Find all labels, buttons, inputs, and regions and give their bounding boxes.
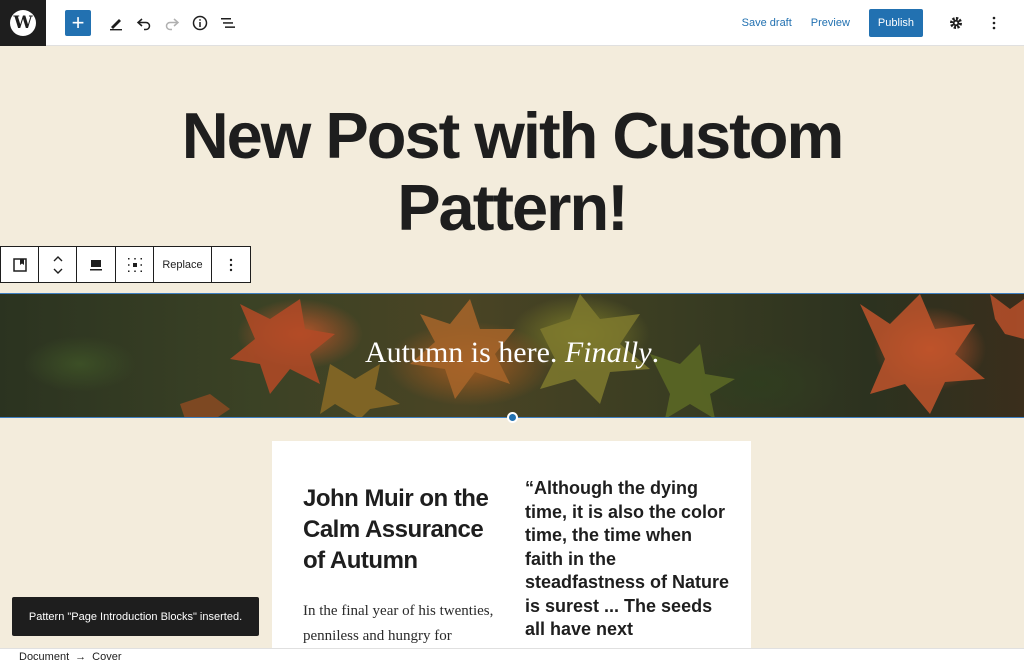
details-button[interactable]	[186, 9, 214, 37]
options-menu-button[interactable]	[980, 9, 1008, 37]
card-quote[interactable]: “Although the dying time, it is also the…	[525, 477, 735, 642]
arrow-right-icon: →	[75, 651, 87, 663]
resize-handle[interactable]	[507, 412, 518, 423]
save-draft-button[interactable]: Save draft	[742, 17, 792, 29]
change-content-position-button[interactable]	[77, 247, 116, 282]
publish-button[interactable]: Publish	[868, 9, 923, 37]
toolbar-left-group: +	[65, 9, 242, 37]
list-view-button[interactable]	[214, 9, 242, 37]
undo-icon	[136, 17, 151, 30]
tools-pencil-button[interactable]	[102, 9, 130, 37]
post-title-line-1: New Post with Custom	[181, 99, 845, 172]
wordpress-icon: W	[10, 9, 36, 36]
cover-text-italic: Finally	[564, 336, 652, 369]
toggle-full-height-button[interactable]	[116, 247, 154, 282]
post-title[interactable]: New Post with Custom Pattern!	[0, 100, 1024, 244]
card-paragraph[interactable]: In the final year of his twenties, penni…	[303, 599, 503, 649]
content-card: John Muir on the Calm Assurance of Autum…	[272, 441, 751, 651]
gear-icon	[950, 17, 962, 29]
snackbar-notice[interactable]: Pattern "Page Introduction Blocks" inser…	[12, 597, 259, 636]
redo-icon	[165, 17, 180, 30]
replace-button[interactable]: Replace	[154, 247, 212, 282]
block-toolbar: Replace	[0, 246, 251, 283]
block-breadcrumb: Document → Cover	[0, 648, 1024, 665]
cover-text-end: .	[651, 336, 660, 369]
editor-top-toolbar: W + Save draft Preview Publish	[0, 0, 1024, 46]
cover-block[interactable]: Autumn is here. Finally.	[0, 293, 1024, 418]
chevron-up-down-icon	[53, 255, 62, 274]
position-icon	[90, 259, 102, 270]
pencil-icon	[110, 18, 122, 30]
full-height-icon	[127, 257, 142, 272]
wordpress-logo-button[interactable]: W	[0, 0, 46, 46]
cover-text-plain: Autumn is here.	[364, 336, 565, 369]
block-type-button[interactable]	[1, 247, 39, 282]
snackbar-message: Pattern "Page Introduction Blocks" inser…	[28, 610, 243, 623]
toolbar-right-group: Save draft Preview Publish	[742, 0, 1024, 46]
move-block-buttons[interactable]	[39, 247, 77, 282]
settings-button[interactable]	[942, 9, 970, 37]
cover-block-icon	[12, 257, 27, 272]
undo-button[interactable]	[130, 9, 158, 37]
block-inserter-button[interactable]: +	[65, 9, 91, 36]
info-icon	[192, 15, 208, 30]
redo-button[interactable]	[158, 9, 186, 37]
breadcrumb-cover[interactable]: Cover	[92, 651, 121, 663]
list-view-icon	[221, 17, 235, 28]
cover-heading[interactable]: Autumn is here. Finally.	[0, 336, 1024, 370]
breadcrumb-document[interactable]: Document	[19, 651, 69, 663]
block-options-button[interactable]	[212, 247, 250, 282]
card-heading[interactable]: John Muir on the Calm Assurance of Autum…	[303, 483, 503, 576]
more-vertical-icon	[992, 16, 996, 30]
post-title-line-2: Pattern!	[397, 171, 629, 244]
preview-button[interactable]: Preview	[811, 17, 850, 29]
more-vertical-icon	[229, 258, 233, 271]
